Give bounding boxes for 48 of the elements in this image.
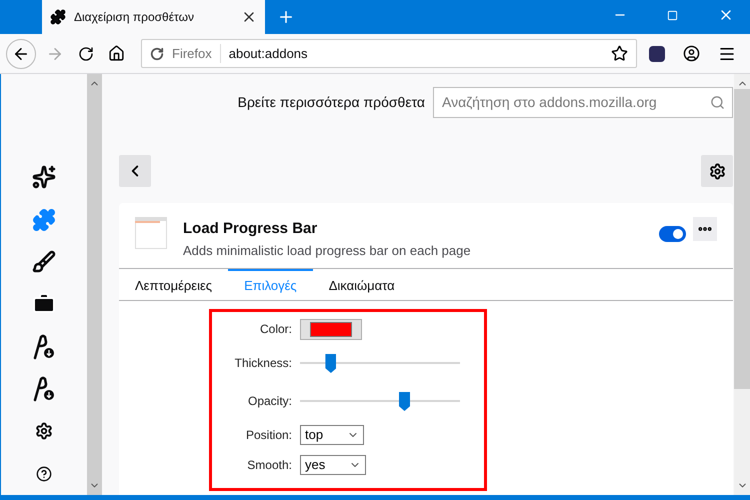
dictionary-icon	[32, 376, 56, 402]
toggle-switch[interactable]	[659, 226, 686, 242]
puzzle-icon	[50, 9, 66, 25]
slider[interactable]	[300, 353, 460, 373]
settings-icon	[708, 162, 726, 180]
addon-description: Adds minimalistic load progress bar on each page	[183, 242, 471, 260]
extension-icon[interactable]	[649, 46, 665, 62]
reload-icon[interactable]	[78, 46, 94, 62]
dropdown[interactable]: yes	[300, 455, 366, 475]
option-label: Thickness:	[234, 355, 292, 372]
brush-icon	[32, 250, 56, 274]
tab[interactable]: Δικαιώματα	[312, 269, 411, 300]
browser-tab[interactable]: Διαχείριση προσθέτων	[42, 0, 265, 34]
maximize-icon[interactable]	[667, 10, 678, 21]
search-label: Βρείτε περισσότερα πρόσθετα	[238, 92, 425, 112]
settings-icon	[35, 422, 53, 440]
slider[interactable]	[300, 391, 460, 411]
option-label: Opacity:	[246, 393, 292, 410]
bookmark-star-icon[interactable]	[611, 45, 628, 62]
scrollbar[interactable]	[87, 74, 102, 495]
slider-thumb[interactable]	[325, 354, 336, 373]
help-icon	[36, 466, 52, 482]
language-icon	[32, 334, 56, 360]
back-button[interactable]	[6, 38, 36, 68]
more-button[interactable]	[693, 217, 717, 241]
new-tab-icon[interactable]	[277, 8, 295, 26]
tab-title: Διαχείριση προσθέτων	[74, 9, 195, 26]
tab[interactable]: Λεπτομέρειες	[135, 269, 228, 300]
color-picker[interactable]	[300, 318, 362, 340]
sparkle-icon	[32, 165, 56, 190]
addon-name: Load Progress Bar	[183, 219, 318, 239]
puzzle-icon	[32, 208, 56, 232]
search-icon	[710, 94, 725, 110]
option-label: Smooth:	[246, 457, 292, 474]
scrollbar[interactable]	[734, 74, 750, 495]
identity-label: Firefox	[172, 44, 221, 64]
option-label: Color:	[258, 321, 292, 338]
addon-icon	[135, 217, 167, 249]
search-field[interactable]: Αναζήτηση στο addons.mozilla.org	[433, 86, 733, 118]
account-icon[interactable]	[683, 45, 700, 62]
url-text: about:addons	[228, 44, 309, 63]
settings-button[interactable]	[701, 155, 733, 187]
dropdown[interactable]: top	[300, 425, 364, 445]
option-label: Position:	[244, 427, 292, 444]
home-icon[interactable]	[108, 45, 125, 62]
tab[interactable]: Επιλογές	[228, 269, 313, 300]
address-bar[interactable]: Firefox about:addons	[141, 39, 637, 68]
slider-thumb[interactable]	[399, 392, 410, 411]
